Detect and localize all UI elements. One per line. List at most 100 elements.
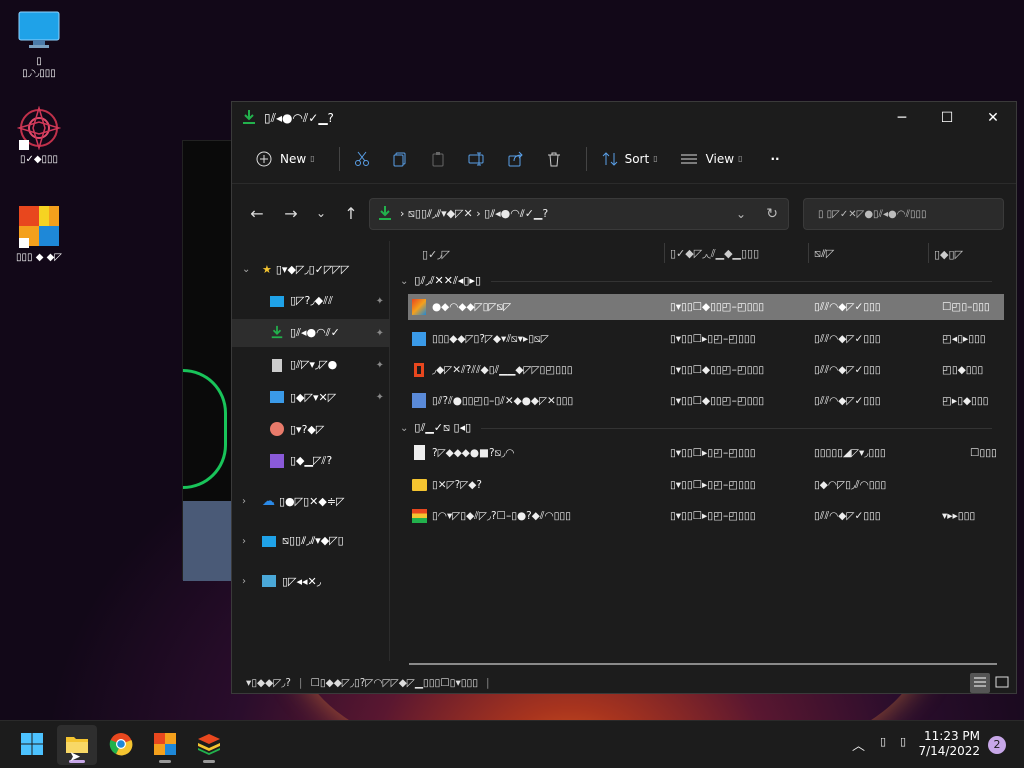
sidebar-item-documents[interactable]: ▯⫽◸▾◞◸● ✦ <box>232 351 390 379</box>
see-more-button[interactable]: ·· <box>765 143 786 175</box>
table-row[interactable]: ◞◆◸✕⫽?⫽⫽◆▯⫽▁▁◆◸◸▯◰▯▯▯ ▯▾▯▯☐◆▯▯◰–◰▯▯▯ ▯⫽⫽… <box>408 357 1004 383</box>
taskbar-file-explorer[interactable]: ➤ <box>57 725 97 765</box>
close-button[interactable]: ✕ <box>970 102 1016 134</box>
table-row[interactable]: ●◆◠◆◆◸▯◸⧅◸ ▯▾▯▯☐◆▯▯◰–◰▯▯▯ ▯⫽⫽◠◆◸✓▯▯▯ ☐◰▯… <box>408 294 1004 320</box>
group-header[interactable]: ⌄ ▯⫽◞⫽✕✕⫽◂▯▸▯ <box>392 268 1002 294</box>
recent-locations-button[interactable]: ⌄ <box>306 198 336 228</box>
background-window[interactable] <box>182 140 235 581</box>
sort-icon <box>601 151 619 167</box>
sidebar-item-this-pc[interactable]: › ⧅▯▯⫽◞⫽▾◆◸▯ <box>232 527 390 555</box>
status-bar: ▾▯◆◆◸◞? | ☐▯◆◆◸◞▯?◸◠◸◸◆◸▁▯▯▯☐▯▾▯▯▯ | <box>232 672 1016 693</box>
group-header[interactable]: ⌄ ▯⫽▁✓⧅ ▯◂▯ <box>392 415 1002 441</box>
refresh-icon[interactable]: ↻ <box>766 206 778 222</box>
column-divider[interactable] <box>808 243 809 263</box>
sidebar-item-label: ▯◸◂◂✕◞ <box>282 574 322 588</box>
tray-icon[interactable]: ▯ <box>880 735 886 748</box>
sidebar-item-label: ▯▾◆◸◞▯✓◸◸◸ <box>275 262 350 276</box>
network-icon <box>262 575 276 587</box>
column-divider[interactable] <box>928 243 929 263</box>
chrome-icon <box>109 732 133 759</box>
column-header-name[interactable]: ▯✓◞◸ <box>422 241 450 267</box>
divider <box>585 146 587 171</box>
desktop-icon-app[interactable]: ▯✓◆▯▯▯ <box>4 105 74 166</box>
sidebar-item-music[interactable]: ▯▾?◆◸ <box>232 415 390 443</box>
chevron-right-icon: › <box>242 575 246 587</box>
sidebar-item-downloads[interactable]: ▯⫽◂●◠⫽✓ ✦ <box>232 319 390 347</box>
column-header-date[interactable]: ▯✓◆◸◞◟⫽▁◆▁▯▯▯ <box>670 241 759 267</box>
onedrive-icon: ☁ <box>262 493 275 509</box>
colorful-app-icon <box>154 732 176 758</box>
column-header-type[interactable]: ⧅⫽◸ <box>814 241 834 267</box>
sidebar-item-videos[interactable]: ▯◆▁◸⫽? <box>232 447 390 475</box>
rename-button[interactable] <box>462 143 492 175</box>
taskbar-chrome[interactable] <box>101 725 141 765</box>
column-divider[interactable] <box>664 243 665 263</box>
taskbar-stack-app[interactable] <box>189 725 229 765</box>
file-date: ▯▾▯▯☐◆▯▯◰–◰▯▯▯ <box>670 395 765 407</box>
chevron-up-icon[interactable]: ︿ <box>852 735 865 754</box>
table-row[interactable]: ?◸◆◆◆●■?⧅◞◠ ▯▾▯▯☐▸▯◰–◰▯▯▯ ▯▯▯▯▯◢◸▾◞▯▯▯ ☐… <box>408 440 1004 466</box>
search-input[interactable]: ▯ ▯◸✓✕◸●▯⫽◂●◠⫽▯▯▯ <box>803 198 1004 230</box>
monitor-icon <box>17 8 61 52</box>
file-type: ▯◆◠◸▯◞⫽◠▯▯▯ <box>814 478 887 491</box>
sidebar-item-onedrive[interactable]: › ☁ ▯●◸▯✕◆≑◸ <box>232 487 390 515</box>
tray-icon[interactable]: ▯ <box>900 735 906 748</box>
sidebar-item-pictures[interactable]: ▯◆◸▾✕◸ ✦ <box>232 383 390 411</box>
sort-button[interactable]: Sort ▯ <box>595 143 664 175</box>
maximize-button[interactable]: ☐ <box>924 102 970 134</box>
file-type: ▯⫽⫽◠◆◸✓▯▯▯ <box>814 300 881 313</box>
minimize-button[interactable]: ─ <box>879 102 925 134</box>
file-name: ▯✕◸?◸◆? <box>432 479 482 491</box>
table-row[interactable]: ▯✕◸?◸◆? ▯▾▯▯☐▸▯◰–◰▯▯▯ ▯◆◠◸▯◞⫽◠▯▯▯ <box>408 472 1004 498</box>
file-date: ▯▾▯▯☐◆▯▯◰–◰▯▯▯ <box>670 301 765 313</box>
desktop-folder-icon <box>270 295 284 307</box>
sidebar-item-label: ▯◆◸▾✕◸ <box>290 390 337 404</box>
chevron-down-icon: ▯ <box>738 154 743 163</box>
scissors-icon <box>354 151 370 167</box>
windows-logo-icon <box>20 732 44 759</box>
share-button[interactable] <box>502 143 530 175</box>
sidebar-item-desktop[interactable]: ▯◸?◞◆⫽⫽ ✦ <box>232 287 390 315</box>
file-type: ▯▯▯▯▯◢◸▾◞▯▯▯ <box>814 447 886 459</box>
details-view-button[interactable] <box>970 673 990 693</box>
file-name: ▯⫽?⫽●▯▯◰▯–▯⫽✕◆●◆◸✕▯▯▯ <box>432 394 574 407</box>
column-header-size[interactable]: ▯◆▯◸ <box>934 241 963 267</box>
new-button[interactable]: New ▯ <box>250 143 321 175</box>
stack-app-icon <box>197 733 221 758</box>
desktop-icon-app-2[interactable]: ▯▯▯ ◆ ◆◸ <box>4 204 74 264</box>
notification-badge[interactable]: 2 <box>988 736 1006 754</box>
new-label: New <box>280 151 307 166</box>
window-title: ▯⫽◂●◠⫽✓▁? <box>264 110 334 125</box>
cut-button[interactable] <box>348 143 376 175</box>
horizontal-scrollbar[interactable] <box>409 663 997 665</box>
start-button[interactable] <box>12 725 52 765</box>
system-clock[interactable]: 11:23 PM 7/14/2022 <box>918 729 980 759</box>
file-size: ◰▯◆▯▯▯ <box>942 364 984 376</box>
clock-time: 11:23 PM <box>924 729 980 743</box>
desktop-icon-label: ▯▯▯ ◆ ◆◸ <box>16 252 62 263</box>
paste-button[interactable] <box>424 143 452 175</box>
tiles-view-button[interactable] <box>992 673 1012 693</box>
chevron-down-icon[interactable]: ⌄ <box>736 207 746 221</box>
taskbar-app[interactable] <box>145 725 185 765</box>
desktop-icon-this-pc[interactable]: ▯ ▯◞◝◞▯▯▯ <box>4 8 74 80</box>
sidebar-item-label: ▯▾?◆◸ <box>290 422 325 436</box>
file-type: ▯⫽⫽◠◆◸✓▯▯▯ <box>814 394 881 407</box>
address-bar[interactable]: › ⧅▯▯⫽◞⫽▾◆◸✕ › ▯⫽◂●◠⫽✓▁? ⌄ ↻ <box>369 198 789 230</box>
pin-icon: ✦ <box>375 359 384 371</box>
delete-button[interactable] <box>540 143 568 175</box>
table-row[interactable]: ▯▯▯◆◆◸▯?◸◆▾⫽⧅▾▸▯⧅◸ ▯▾▯▯☐▸▯◰–◰▯▯▯ ▯⫽⫽◠◆◸✓… <box>408 326 1004 352</box>
up-button[interactable]: ↑ <box>336 198 366 228</box>
sidebar-item-network[interactable]: › ▯◸◂◂✕◞ <box>232 567 390 595</box>
file-size: ☐◰▯–▯▯▯ <box>942 301 990 313</box>
back-button[interactable]: ← <box>242 198 272 228</box>
table-row[interactable]: ▯◠▾◸▯◆⫽◸◞?☐–▯●?◆⫽◠▯▯▯ ▯▾▯▯☐▸▯◰–◰▯▯▯ ▯⫽⫽◠… <box>408 503 1004 529</box>
videos-icon <box>270 454 284 468</box>
view-button[interactable]: View ▯ <box>674 143 749 175</box>
navigation-pane: ⌄ ★ ▯▾◆◸◞▯✓◸◸◸ ▯◸?◞◆⫽⫽ ✦ ▯⫽◂●◠⫽✓ ✦ ▯⫽◸▾◞… <box>232 241 390 661</box>
file-date: ▯▾▯▯☐▸▯◰–◰▯▯▯ <box>670 510 756 522</box>
forward-button[interactable]: → <box>276 198 306 228</box>
table-row[interactable]: ▯⫽?⫽●▯▯◰▯–▯⫽✕◆●◆◸✕▯▯▯ ▯▾▯▯☐◆▯▯◰–◰▯▯▯ ▯⫽⫽… <box>408 388 1004 414</box>
sidebar-item-quick-access[interactable]: ⌄ ★ ▯▾◆◸◞▯✓◸◸◸ <box>232 255 390 283</box>
copy-button[interactable] <box>386 143 414 175</box>
